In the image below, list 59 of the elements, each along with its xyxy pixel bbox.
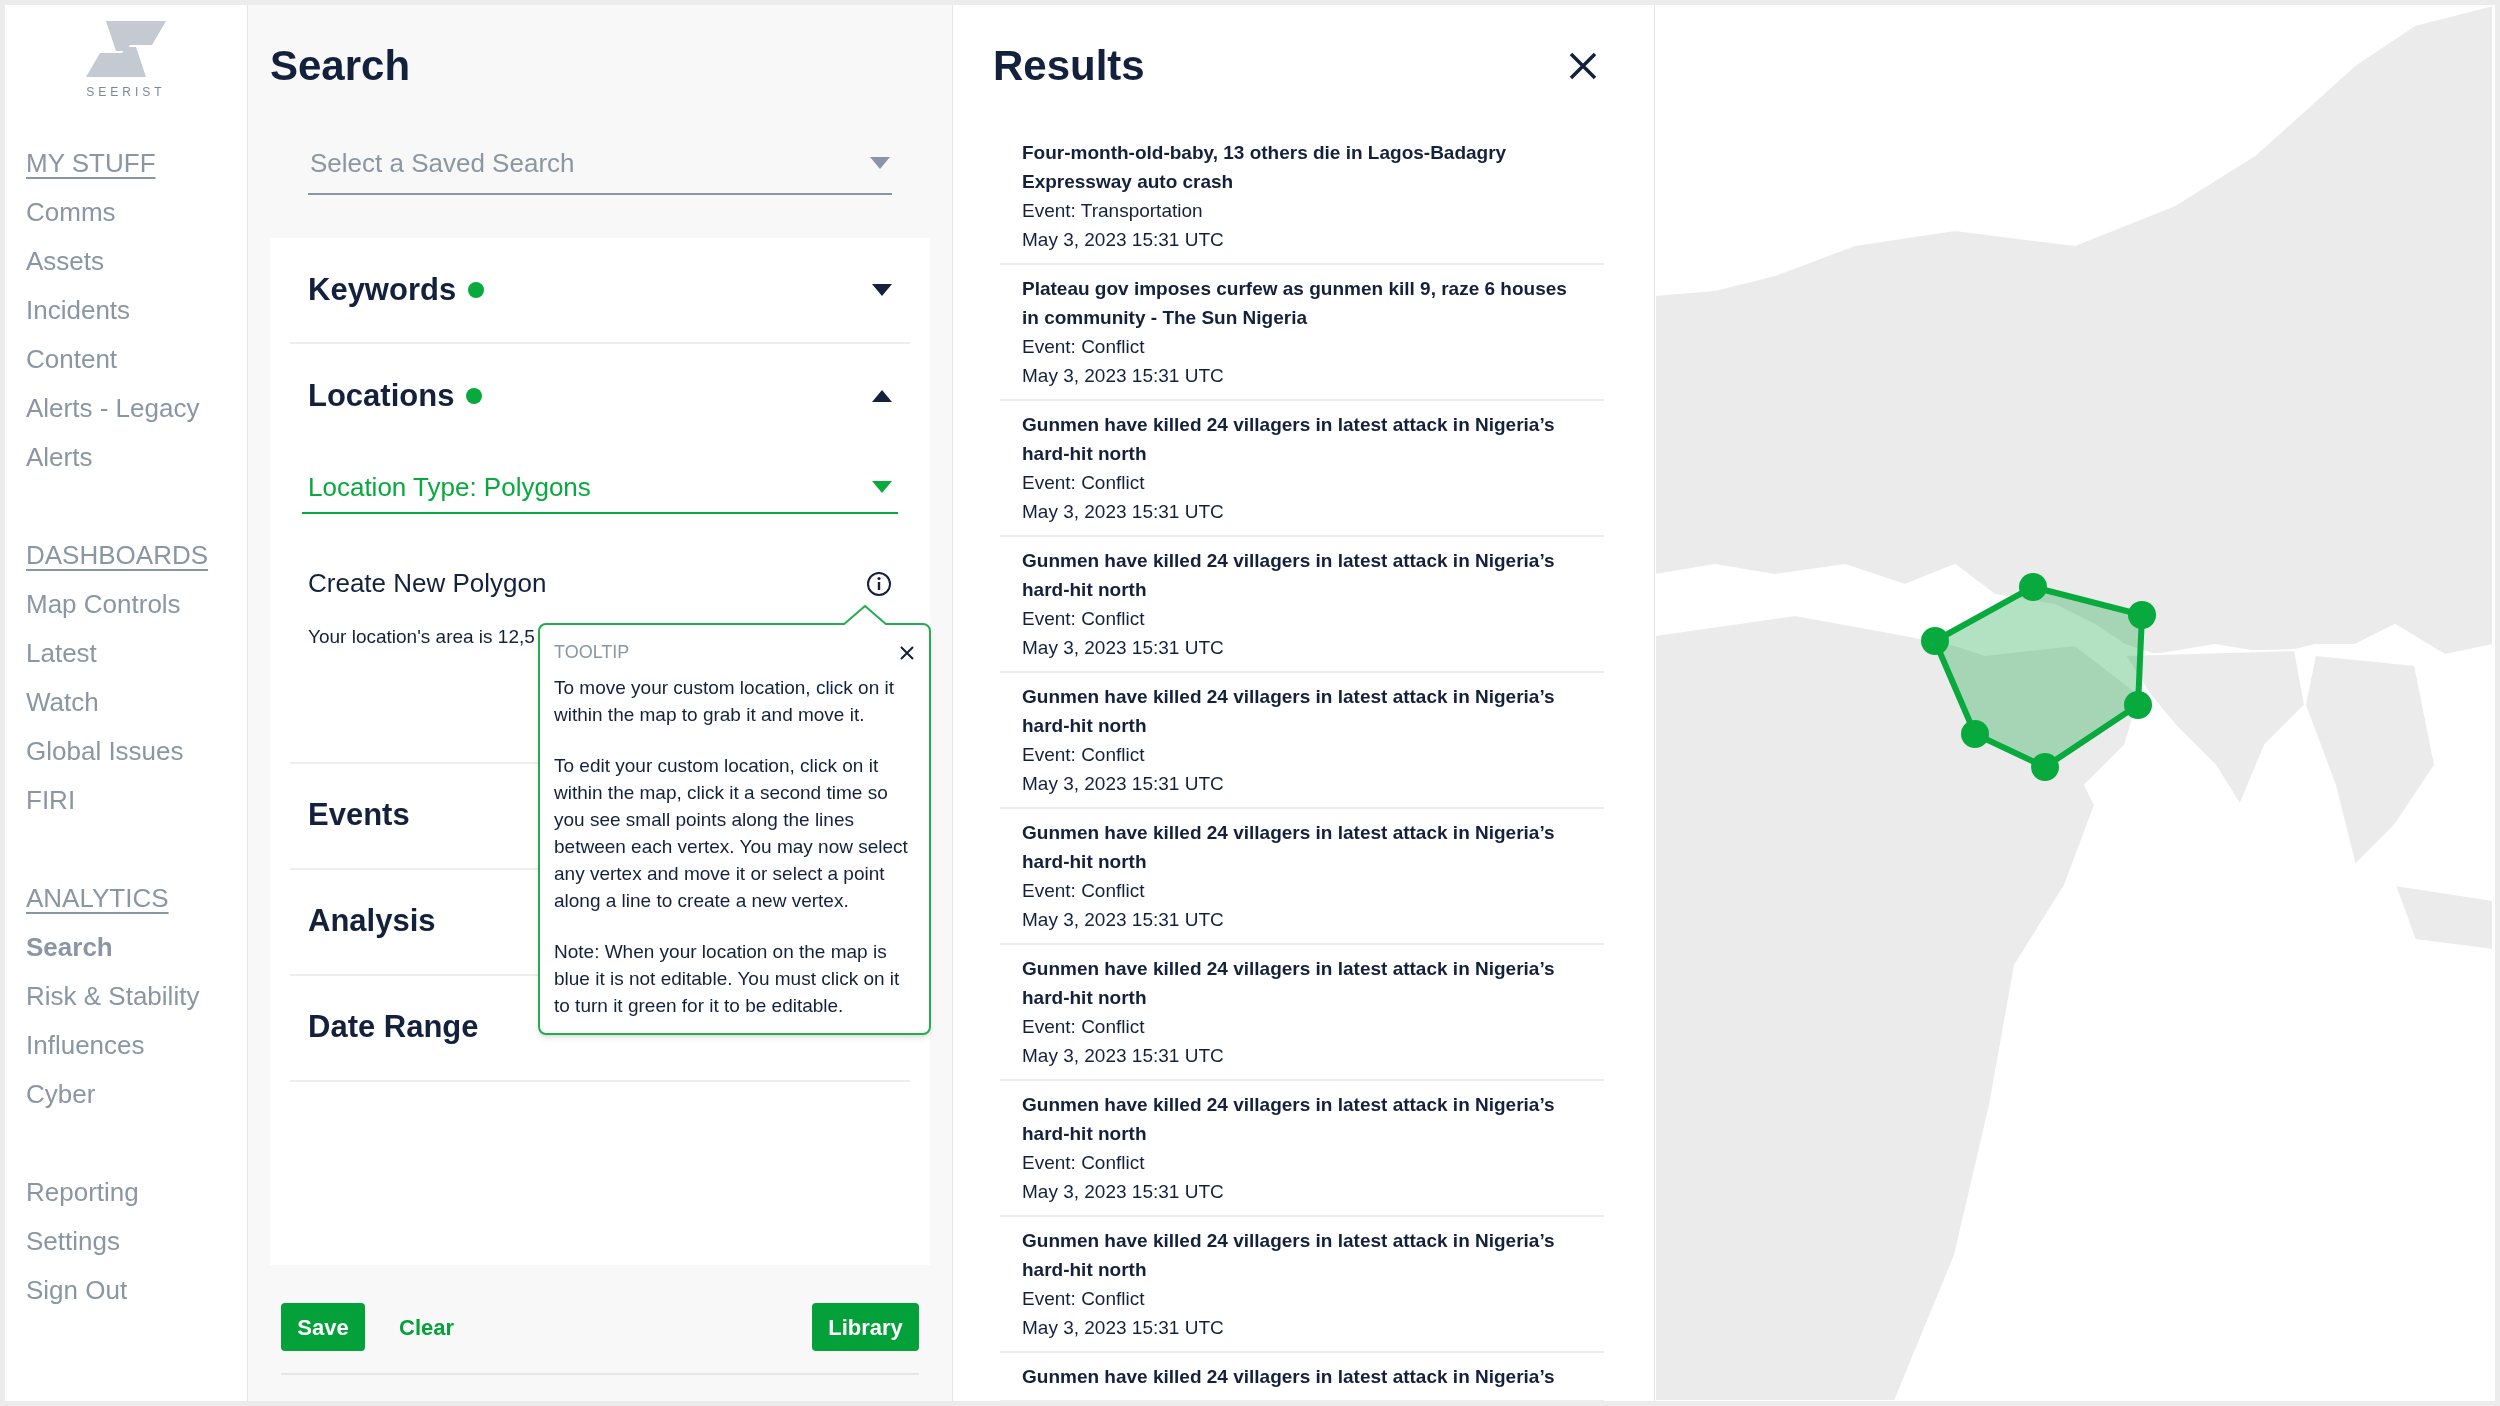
section-title[interactable]: Analysis — [308, 898, 436, 945]
result-item[interactable]: Gunmen have killed 24 villagers in latest attack in Nigeria’s hard-hit north Event: Conflict May 3, 2023 15:31 UTC — [1000, 1081, 1604, 1217]
create-polygon-label: Create New Polygon — [308, 567, 547, 600]
result-item[interactable]: Plateau gov imposes curfew as gunmen kill 9, raze 6 houses in community - The Sun Nigeria Event: Conflict May 3, 2023 15:31 UTC — [1000, 265, 1604, 401]
logo-icon — [86, 21, 166, 77]
info-icon[interactable] — [866, 570, 892, 597]
nav-link[interactable]: Reporting — [26, 1168, 139, 1217]
nav-link[interactable]: Search — [26, 923, 113, 972]
nav-link[interactable]: Alerts — [26, 433, 93, 482]
logo-text: SEERIST — [86, 84, 166, 101]
panel-title: Results — [993, 41, 1145, 91]
nav-link[interactable]: Alerts - Legacy — [26, 384, 200, 433]
section-heading: ANALYTICS — [26, 882, 169, 915]
nav-link[interactable]: FIRI — [26, 776, 76, 825]
section-heading: MY STUFF — [26, 147, 156, 180]
result-item[interactable]: Gunmen have killed 24 villagers in latest attack in Nigeria’s — [1000, 1353, 1604, 1401]
nav-link[interactable]: Influences — [26, 1021, 145, 1070]
location-type-dropdown[interactable]: Location Type: Polygons — [302, 462, 898, 514]
caret-down-icon — [872, 481, 892, 493]
section-title[interactable]: Keywords — [308, 266, 457, 314]
nav-link[interactable]: Content — [26, 335, 118, 384]
section-heading: DASHBOARDS — [26, 539, 209, 572]
result-item[interactable]: Gunmen have killed 24 villagers in latest attack in Nigeria’s hard-hit north Event: Conflict May 3, 2023 15:31 UTC — [1000, 1217, 1604, 1353]
result-item[interactable]: Gunmen have killed 24 villagers in latest attack in Nigeria’s hard-hit north Event: Conflict May 3, 2023 15:31 UTC — [1000, 945, 1604, 1081]
nav-link[interactable]: Latest — [26, 629, 97, 678]
library-button[interactable]: Library — [812, 1303, 919, 1351]
close-icon[interactable] — [1568, 51, 1598, 81]
nav-link[interactable]: Assets — [26, 237, 105, 286]
caret-down-icon[interactable] — [872, 284, 892, 296]
result-item[interactable]: Gunmen have killed 24 villagers in latest attack in Nigeria’s hard-hit north Event: Conflict May 3, 2023 15:31 UTC — [1000, 809, 1604, 945]
result-item[interactable]: Four-month-old-baby, 13 others die in Lagos-Badagry Expressway auto crash Event: Transportation May 3, 2023 15:31 UTC — [1000, 129, 1604, 265]
saved-search-dropdown[interactable]: Select a Saved Search — [308, 133, 892, 195]
close-icon[interactable] — [899, 644, 915, 661]
nav-link[interactable]: Watch — [26, 678, 99, 727]
section-title[interactable]: Date Range — [308, 1004, 479, 1051]
polygon-shape[interactable] — [1921, 573, 2156, 781]
result-item[interactable]: Gunmen have killed 24 villagers in latest attack in Nigeria’s hard-hit north Event: Conflict May 3, 2023 15:31 UTC — [1000, 401, 1604, 537]
nav-link[interactable]: Global Issues — [26, 727, 184, 776]
caret-down-icon — [870, 157, 890, 169]
tooltip-paragraph: To move your custom location, click on it within the map to grab it and move it. — [554, 676, 896, 727]
result-item[interactable]: Gunmen have killed 24 villagers in latest attack in Nigeria’s hard-hit north Event: Conflict May 3, 2023 15:31 UTC — [1000, 537, 1604, 673]
section-title[interactable]: Events — [308, 792, 410, 839]
tooltip-paragraph: Note: When your location on the map is blue it is not editable. You must click on it to turn it green for it to be editable. — [554, 940, 901, 1018]
area-text: Your location's area is 12,5 — [308, 625, 535, 649]
nav-link[interactable]: Comms — [26, 188, 116, 237]
result-item[interactable]: Gunmen have killed 24 villagers in latest attack in Nigeria’s hard-hit north Event: Conflict May 3, 2023 15:31 UTC — [1000, 673, 1604, 809]
nav-link[interactable]: Incidents — [26, 286, 131, 335]
nav-link[interactable]: Risk & Stability — [26, 972, 200, 1021]
nav-link[interactable]: Sign Out — [26, 1266, 128, 1315]
clear-button[interactable]: Clear — [387, 1303, 467, 1351]
nav-link[interactable]: Cyber — [26, 1070, 96, 1119]
tooltip-heading: TOOLTIP — [554, 641, 630, 664]
nav-link[interactable]: Settings — [26, 1217, 120, 1266]
nav-link[interactable]: Map Controls — [26, 580, 181, 629]
caret-up-icon[interactable] — [872, 390, 892, 402]
save-button[interactable]: Save — [281, 1303, 365, 1351]
tooltip-paragraph: To edit your custom location, click on it within the map, click it a second time so you see small points along the lines between each vertex. You may now select any vertex and move it or select a point along a line to create a new vertex. — [554, 754, 909, 913]
section-title[interactable]: Locations — [308, 372, 455, 420]
panel-title: Search — [269, 41, 411, 91]
